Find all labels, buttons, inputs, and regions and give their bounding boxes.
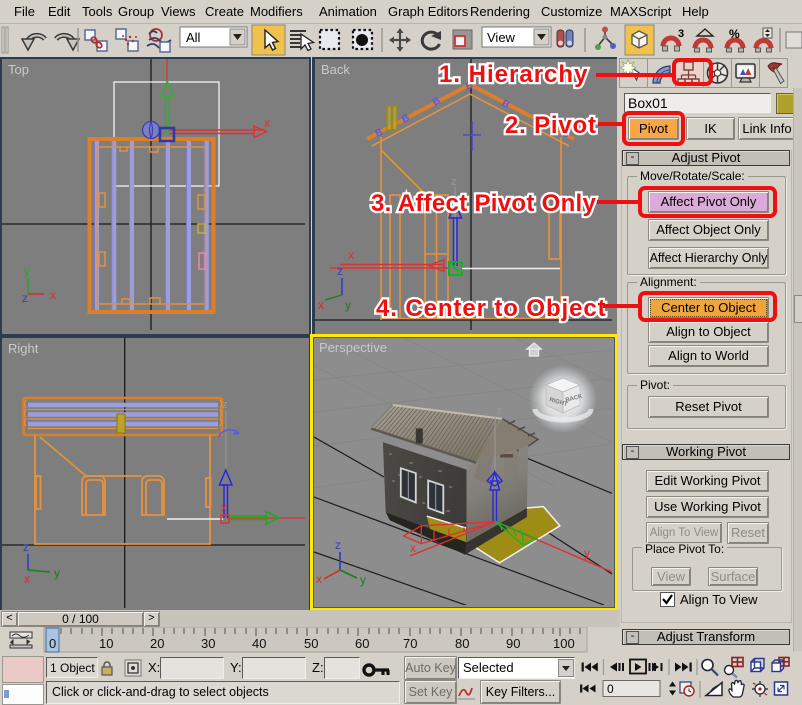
svg-text:70: 70 <box>403 636 417 651</box>
svg-text:x: x <box>24 572 30 586</box>
svg-text:20: 20 <box>150 636 164 651</box>
svg-text:50: 50 <box>304 636 318 651</box>
svg-text:30: 30 <box>201 636 215 651</box>
svg-text:x: x <box>221 502 227 514</box>
svg-text:All: All <box>186 30 201 45</box>
svg-text:x: x <box>348 248 354 262</box>
svg-text:40: 40 <box>252 636 266 651</box>
svg-text:y: y <box>54 566 60 580</box>
svg-text:z: z <box>451 176 457 188</box>
svg-text:0: 0 <box>607 682 614 696</box>
svg-text:z: z <box>497 406 502 417</box>
svg-text:x: x <box>318 298 324 312</box>
svg-text:3: 3 <box>678 28 684 40</box>
svg-text:100: 100 <box>553 636 575 651</box>
svg-text:10: 10 <box>99 636 113 651</box>
svg-text:z: z <box>222 399 228 411</box>
svg-text:x: x <box>316 572 322 586</box>
svg-text:B: B <box>464 80 475 93</box>
svg-text:60: 60 <box>355 636 369 651</box>
svg-text:%: % <box>729 27 740 41</box>
svg-text:z: z <box>335 538 341 552</box>
svg-text:x: x <box>410 541 416 555</box>
svg-text:View: View <box>487 30 516 45</box>
svg-text:z: z <box>337 264 343 278</box>
svg-text:y: y <box>345 298 351 312</box>
svg-text:y: y <box>360 573 366 587</box>
svg-text:90: 90 <box>506 636 520 651</box>
svg-text:y: y <box>24 264 30 278</box>
svg-text:80: 80 <box>455 636 469 651</box>
svg-text:0: 0 <box>49 636 56 651</box>
svg-text:z: z <box>22 291 28 305</box>
svg-text:x: x <box>264 116 270 130</box>
svg-text:y: y <box>584 546 590 560</box>
svg-text:z: z <box>23 540 29 554</box>
svg-text:x: x <box>50 288 56 302</box>
